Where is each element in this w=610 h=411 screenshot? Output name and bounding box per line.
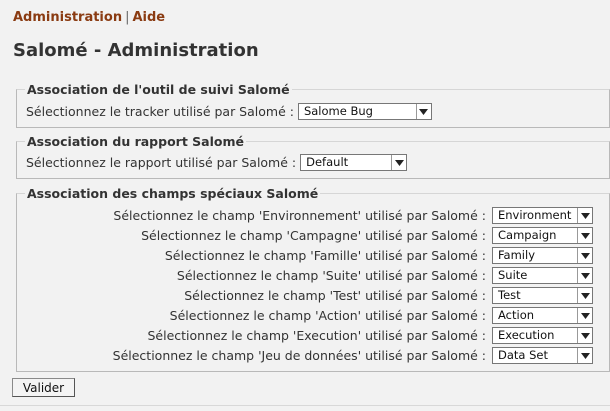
tracker-select-value: Salome Bug [303, 104, 373, 118]
tracker-select[interactable]: Salome Bug [297, 103, 432, 120]
select-value: Campaign [498, 228, 557, 242]
special-field-label: Sélectionnez le champ 'Test' utilisé par… [184, 288, 486, 303]
tracker-row: Sélectionnez le tracker utilisé par Salo… [26, 103, 432, 120]
special-field-row-data-set: Sélectionnez le champ 'Jeu de données' u… [14, 347, 593, 364]
special-field-label: Sélectionnez le champ 'Jeu de données' u… [112, 348, 486, 363]
special-field-label: Sélectionnez le champ 'Environnement' ut… [113, 208, 486, 223]
nav-link-administration[interactable]: Administration [13, 10, 122, 25]
special-fields-fieldset-legend: Association des champs spéciaux Salomé [27, 186, 319, 201]
nav-link-help[interactable]: Aide [132, 10, 165, 25]
special-field-label: Sélectionnez le champ 'Famille' utilisé … [164, 248, 486, 263]
special-field-row-test: Sélectionnez le champ 'Test' utilisé par… [14, 287, 593, 304]
suite-select[interactable]: Suite [492, 267, 593, 284]
tracker-fieldset-legend: Association de l'outil de suivi Salomé [27, 82, 290, 97]
select-value: Test [498, 288, 521, 302]
select-value: Data Set [498, 348, 548, 362]
chevron-down-icon [577, 208, 592, 223]
select-value: Environment [498, 208, 572, 222]
special-field-label: Sélectionnez le champ 'Campagne' utilisé… [141, 228, 486, 243]
test-select[interactable]: Test [492, 287, 593, 304]
chevron-down-icon [577, 308, 592, 323]
special-field-label: Sélectionnez le champ 'Action' utilisé p… [169, 308, 486, 323]
campaign-select[interactable]: Campaign [492, 227, 593, 244]
execution-select[interactable]: Execution [492, 327, 593, 344]
chevron-down-icon [577, 228, 592, 243]
nav-separator: | [125, 10, 130, 25]
report-select[interactable]: Default [300, 154, 408, 171]
page-title: Salomé - Administration [13, 40, 259, 61]
chevron-down-icon [577, 248, 592, 263]
report-select-value: Default [306, 155, 349, 169]
select-value: Family [498, 248, 536, 262]
data-set-select[interactable]: Data Set [492, 347, 593, 364]
submit-button[interactable]: Valider [12, 378, 75, 397]
top-navigation: Administration | Aide [13, 10, 165, 25]
environment-select[interactable]: Environment [492, 207, 593, 224]
report-row: Sélectionnez le rapport utilisé par Salo… [26, 154, 408, 171]
special-field-row-family: Sélectionnez le champ 'Famille' utilisé … [14, 247, 593, 264]
chevron-down-icon [577, 328, 592, 343]
special-field-row-suite: Sélectionnez le champ 'Suite' utilisé pa… [14, 267, 593, 284]
report-label: Sélectionnez le rapport utilisé par Salo… [26, 155, 297, 170]
special-field-row-campaign: Sélectionnez le champ 'Campagne' utilisé… [14, 227, 593, 244]
tracker-label: Sélectionnez le tracker utilisé par Salo… [26, 104, 294, 119]
select-value: Execution [498, 328, 555, 342]
chevron-down-icon [577, 268, 592, 283]
action-select[interactable]: Action [492, 307, 593, 324]
chevron-down-icon [577, 348, 592, 363]
special-field-row-execution: Sélectionnez le champ 'Execution' utilis… [14, 327, 593, 344]
chevron-down-icon [577, 288, 592, 303]
select-value: Action [498, 308, 535, 322]
family-select[interactable]: Family [492, 247, 593, 264]
chevron-down-icon [391, 155, 407, 170]
special-field-row-environment: Sélectionnez le champ 'Environnement' ut… [14, 207, 593, 224]
chevron-down-icon [415, 104, 431, 119]
bottom-divider [0, 405, 610, 406]
special-field-label: Sélectionnez le champ 'Execution' utilis… [147, 328, 486, 343]
report-fieldset-legend: Association du rapport Salomé [27, 134, 244, 149]
special-field-row-action: Sélectionnez le champ 'Action' utilisé p… [14, 307, 593, 324]
special-field-label: Sélectionnez le champ 'Suite' utilisé pa… [176, 268, 486, 283]
select-value: Suite [498, 268, 528, 282]
